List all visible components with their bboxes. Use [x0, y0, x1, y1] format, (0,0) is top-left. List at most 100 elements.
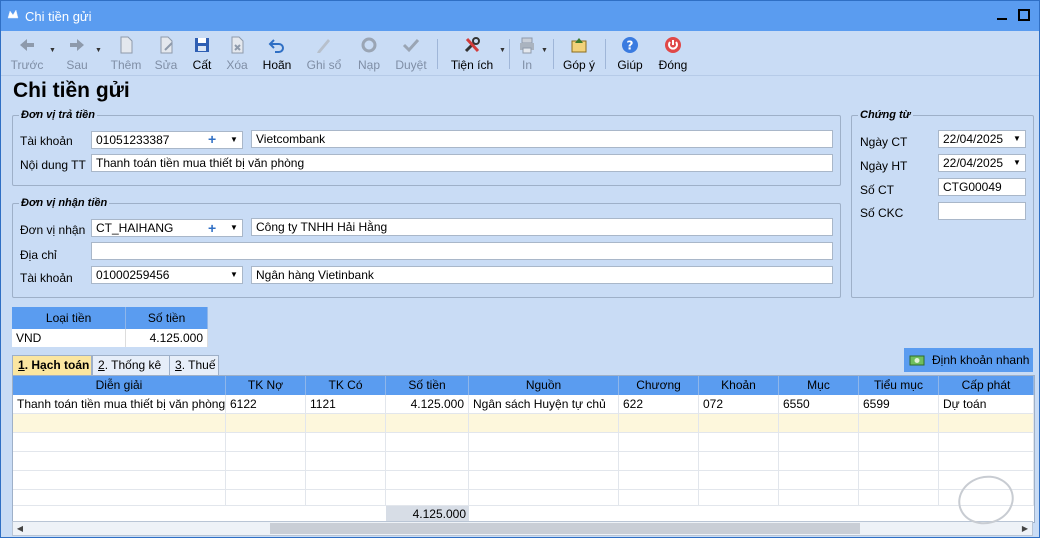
power-icon [665, 37, 681, 53]
money-icon [909, 355, 925, 366]
cell-item[interactable]: 072 [699, 395, 779, 414]
payer-account-label: Tài khoản [20, 134, 73, 148]
horizontal-scrollbar[interactable]: ◀ ▶ [12, 521, 1033, 536]
currency-type-cell: VND [12, 329, 127, 347]
payer-content-input[interactable]: Thanh toán tiền mua thiết bị văn phòng [91, 154, 833, 172]
quick-entry-button[interactable]: Định khoản nhanh [904, 348, 1033, 372]
chevron-down-icon[interactable]: ▼ [1011, 155, 1023, 171]
add-icon[interactable]: + [208, 220, 216, 236]
scroll-right-icon[interactable]: ▶ [1018, 522, 1032, 535]
cell-credit[interactable]: 1121 [306, 395, 386, 414]
chevron-down-icon[interactable]: ▼ [228, 267, 240, 283]
undo-button[interactable]: Hoãn [259, 33, 295, 73]
minimize-button[interactable] [991, 5, 1013, 27]
help-button[interactable]: ? Giúp [613, 33, 647, 73]
help-icon: ? [622, 37, 638, 53]
cell-section[interactable]: 6550 [779, 395, 859, 414]
col-header-debit[interactable]: TK Nợ [226, 376, 306, 395]
date-ht-label: Ngày HT [860, 159, 908, 173]
no-ct-input[interactable]: CTG00049 [938, 178, 1026, 196]
grid-header: Diễn giải TK Nợ TK Có Số tiền Nguồn Chươ… [13, 376, 1034, 395]
check-icon [402, 38, 420, 53]
chevron-down-icon: ▼ [95, 47, 102, 54]
approve-button[interactable]: Duyệt [393, 33, 429, 73]
col-header-subsection[interactable]: Tiểu mục [859, 376, 939, 395]
next-button[interactable]: Sau ▼ [57, 33, 102, 73]
cell-source[interactable]: Ngân sách Huyện tự chủ [469, 395, 619, 414]
refresh-icon [361, 37, 377, 53]
payee-unit-input[interactable]: CT_HAIHANG [91, 219, 243, 237]
payee-account-label: Tài khoản [20, 271, 73, 285]
minimize-icon [997, 18, 1007, 20]
close-button[interactable]: Đóng [655, 33, 691, 73]
cell-allocation[interactable]: Dự toán [939, 395, 1034, 414]
feedback-button[interactable]: Góp ý [561, 33, 597, 73]
cell-amount[interactable]: 4.125.000 [386, 395, 469, 414]
col-header-item[interactable]: Khoản [699, 376, 779, 395]
chevron-down-icon: ▼ [49, 47, 56, 54]
chevron-down-icon: ▼ [499, 47, 506, 54]
table-row-empty[interactable] [13, 490, 1034, 506]
no-ckc-label: Số CKC [860, 206, 904, 220]
table-row-empty[interactable] [13, 471, 1034, 490]
payee-account-input[interactable]: 01000259456 [91, 266, 243, 284]
col-header-credit[interactable]: TK Có [306, 376, 386, 395]
cell-subsection[interactable]: 6599 [859, 395, 939, 414]
col-header-source[interactable]: Nguồn [469, 376, 619, 395]
col-header-section[interactable]: Mục [779, 376, 859, 395]
col-header-description[interactable]: Diễn giải [13, 376, 226, 395]
payer-legend: Đơn vị trả tiền [21, 109, 96, 121]
payee-legend: Đơn vị nhận tiền [21, 197, 108, 209]
payer-bank-name[interactable]: Vietcombank [251, 130, 833, 148]
toolbar-separator [605, 39, 606, 69]
chevron-down-icon[interactable]: ▼ [228, 220, 240, 236]
total-amount: 4.125.000 [386, 506, 469, 522]
arrow-left-icon [20, 39, 34, 51]
chevron-down-icon: ▼ [541, 47, 548, 54]
add-icon[interactable]: + [208, 131, 216, 147]
payer-account-input[interactable]: 01051233387 [91, 131, 243, 149]
no-ct-label: Số CT [860, 183, 895, 197]
prev-button[interactable]: Trước ▼ [7, 33, 56, 73]
print-button[interactable]: In ▼ [515, 33, 548, 73]
chevron-down-icon[interactable]: ▼ [1011, 131, 1023, 147]
no-ckc-input[interactable] [938, 202, 1026, 220]
table-row[interactable]: VND 4.125.000 [12, 329, 208, 347]
new-document-icon [120, 36, 133, 54]
table-row-empty[interactable] [13, 433, 1034, 452]
table-row-empty[interactable] [13, 452, 1034, 471]
save-button[interactable]: Cất [187, 33, 217, 73]
tab-accounting[interactable]: 1. Hạch toán [12, 355, 92, 376]
payee-bank-name[interactable]: Ngân hàng Vietinbank [251, 266, 833, 284]
payer-content-label: Nội dung TT [20, 158, 86, 172]
col-header-chapter[interactable]: Chương [619, 376, 699, 395]
tab-tax[interactable]: 3. Thuế [169, 355, 219, 375]
table-row[interactable]: Thanh toán tiền mua thiết bị văn phòng 6… [13, 395, 1034, 414]
tab-statistics[interactable]: 2. Thống kê [92, 355, 170, 375]
window-title: Chi tiền gửi [25, 9, 92, 24]
cell-description[interactable]: Thanh toán tiền mua thiết bị văn phòng [13, 395, 226, 414]
tools-icon [464, 37, 480, 53]
table-row-empty[interactable] [13, 414, 1034, 433]
load-button[interactable]: Nạp [353, 33, 385, 73]
toolbar-separator [509, 39, 510, 69]
col-header-allocation[interactable]: Cấp phát [939, 376, 1034, 395]
col-header-amount[interactable]: Số tiền [386, 376, 469, 395]
payee-unit-name[interactable]: Công ty TNHH Hải Hằng [251, 218, 833, 236]
add-button[interactable]: Thêm [107, 33, 145, 73]
title-bar: Chi tiền gửi [1, 1, 1039, 31]
cell-debit[interactable]: 6122 [226, 395, 306, 414]
utilities-button[interactable]: Tiện ích ▼ [447, 33, 506, 73]
delete-button[interactable]: Xóa [221, 33, 253, 73]
post-button[interactable]: Ghi sổ [303, 33, 345, 73]
printer-icon [520, 37, 534, 54]
scrollbar-thumb[interactable] [270, 523, 860, 534]
maximize-button[interactable] [1013, 5, 1035, 27]
edit-button[interactable]: Sửa [149, 33, 183, 73]
payee-address-input[interactable] [91, 242, 833, 260]
scroll-left-icon[interactable]: ◀ [13, 522, 27, 535]
accounting-grid: Diễn giải TK Nợ TK Có Số tiền Nguồn Chươ… [12, 375, 1035, 523]
cell-chapter[interactable]: 622 [619, 395, 699, 414]
chevron-down-icon[interactable]: ▼ [228, 132, 240, 148]
currency-amount-header: Số tiền [125, 307, 208, 329]
